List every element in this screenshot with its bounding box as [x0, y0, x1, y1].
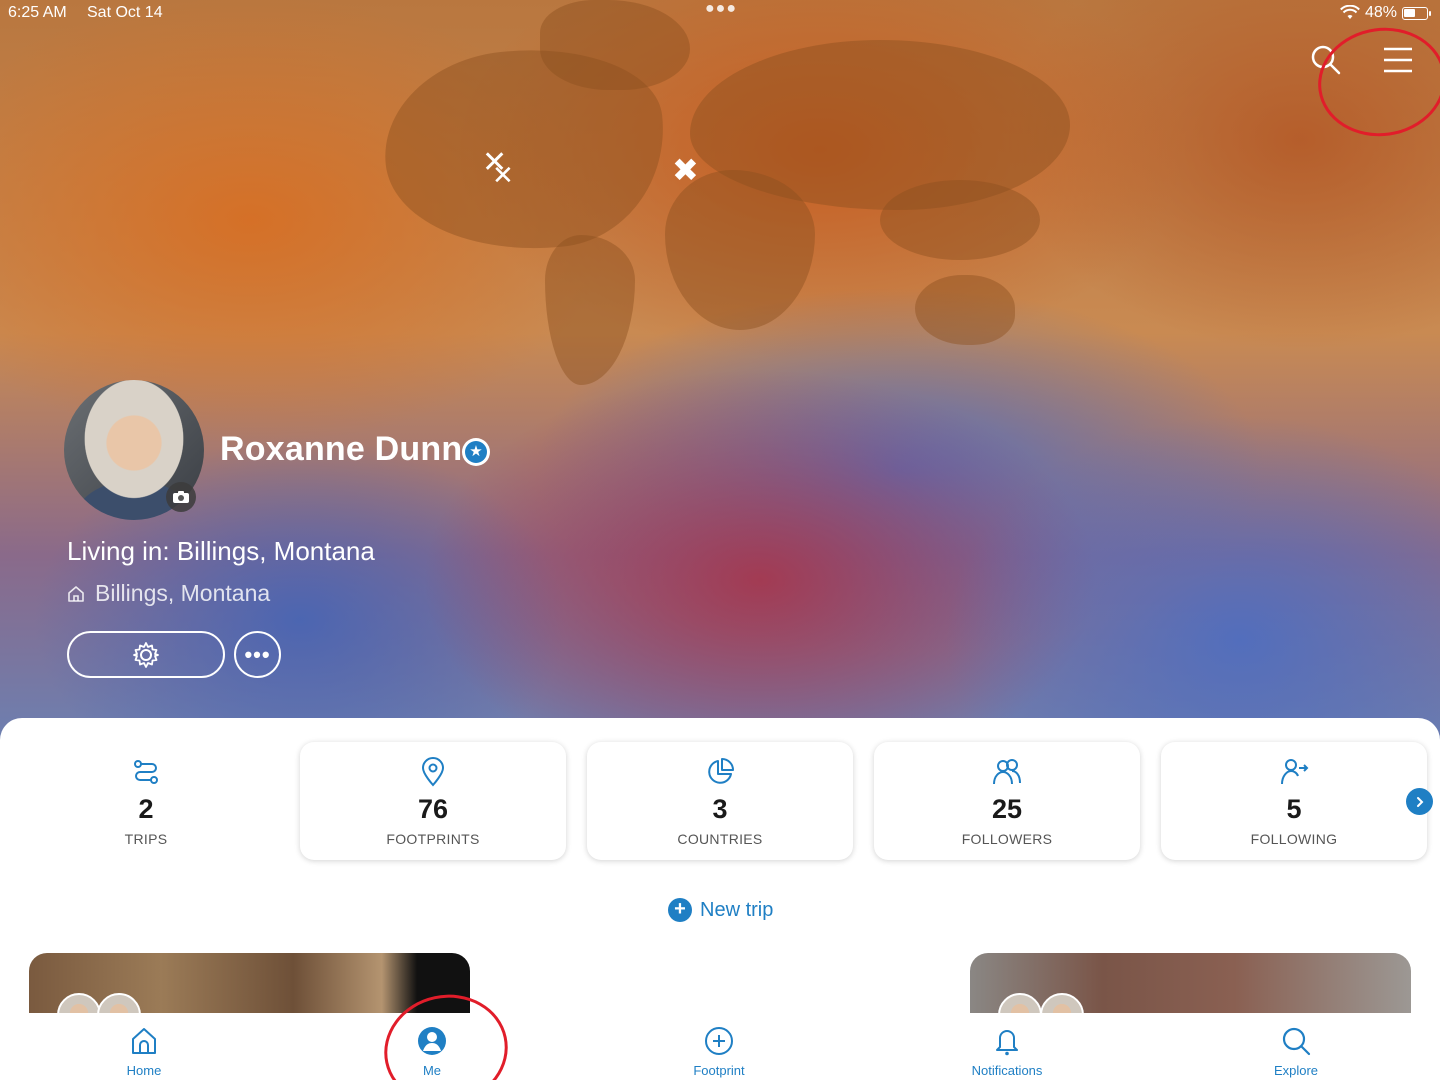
stat-label: FOLLOWING: [1250, 831, 1338, 847]
stat-value: 2: [138, 794, 154, 824]
plus-circle-icon: [705, 1027, 733, 1055]
stat-followers[interactable]: 25 FOLLOWERS: [874, 742, 1140, 860]
stat-following[interactable]: 5 FOLLOWING: [1161, 742, 1427, 860]
stat-footprints[interactable]: 76 FOOTPRINTS: [300, 742, 566, 860]
stat-label: FOLLOWERS: [961, 831, 1053, 847]
more-options-button[interactable]: •••: [234, 631, 281, 678]
stat-value: 76: [417, 794, 449, 824]
home-location-text: Billings, Montana: [95, 580, 271, 606]
map-southeast-asia: [880, 180, 1040, 260]
new-trip-button[interactable]: + New trip: [668, 898, 773, 922]
home-location: Billings, Montana: [67, 580, 270, 607]
multitasking-dots-icon[interactable]: ●●●: [705, 0, 737, 18]
verified-badge-icon: ★: [462, 438, 490, 466]
user-circle-icon: [418, 1027, 446, 1055]
status-indicators: 48%: [1340, 4, 1431, 22]
stat-label: COUNTRIES: [677, 831, 763, 847]
camera-icon[interactable]: [166, 482, 196, 512]
stat-trips[interactable]: 2 TRIPS: [13, 742, 279, 860]
tab-label: Footprint: [693, 1063, 745, 1078]
stat-countries[interactable]: 3 COUNTRIES: [587, 742, 853, 860]
scroll-next-button[interactable]: [1406, 788, 1433, 815]
footprint-marker-icon[interactable]: ✕: [492, 162, 514, 188]
wifi-icon: [1340, 5, 1360, 19]
map-australia: [915, 275, 1015, 345]
hamburger-menu-icon[interactable]: [1378, 40, 1418, 80]
living-in-text: Living in: Billings, Montana: [67, 536, 375, 566]
status-bar: 6:25 AM Sat Oct 14 ●●● 48%: [0, 0, 1440, 24]
map-pin-icon: [421, 757, 445, 787]
tab-footprint[interactable]: Footprint: [659, 1013, 779, 1080]
search-icon[interactable]: [1306, 40, 1346, 80]
tab-me[interactable]: Me: [372, 1013, 492, 1080]
stat-label: TRIPS: [124, 831, 168, 847]
search-icon: [1282, 1027, 1311, 1056]
tab-explore[interactable]: Explore: [1236, 1013, 1356, 1080]
battery-icon: [1402, 6, 1431, 20]
home-icon: [68, 585, 84, 602]
map-africa: [665, 170, 815, 330]
stat-label: FOOTPRINTS: [386, 831, 480, 847]
bell-icon: [996, 1030, 1018, 1056]
stat-value: 3: [712, 794, 728, 824]
user-follow-icon: [1281, 759, 1309, 785]
stat-value: 25: [991, 794, 1023, 824]
footprint-marker-icon[interactable]: ✖: [672, 154, 699, 186]
chevron-right-icon: [1416, 796, 1423, 807]
tab-label: Explore: [1273, 1063, 1319, 1078]
new-trip-label: New trip: [700, 898, 774, 921]
tab-label: Notifications: [971, 1063, 1043, 1078]
tab-notifications[interactable]: Notifications: [947, 1013, 1067, 1080]
tab-label: Me: [422, 1063, 442, 1078]
map-south-america: [545, 235, 635, 385]
stat-value: 5: [1286, 794, 1302, 824]
users-icon: [993, 759, 1021, 785]
route-icon: [134, 760, 158, 784]
battery-percent: 48%: [1364, 4, 1397, 21]
status-time: 6:25 AM: [8, 4, 67, 21]
plus-circle-icon: +: [668, 898, 692, 922]
settings-button[interactable]: [67, 631, 225, 678]
pie-chart-icon: [708, 758, 734, 784]
status-date: Sat Oct 14: [87, 4, 163, 21]
home-icon: [132, 1028, 156, 1054]
gear-icon: [133, 641, 159, 668]
tab-label: Home: [126, 1063, 162, 1078]
tab-home[interactable]: Home: [84, 1013, 204, 1080]
profile-hero: ✕ ✕ ✖: [0, 0, 1440, 740]
profile-name: Roxanne Dunn: [220, 430, 463, 468]
ellipsis-icon: •••: [244, 641, 271, 667]
